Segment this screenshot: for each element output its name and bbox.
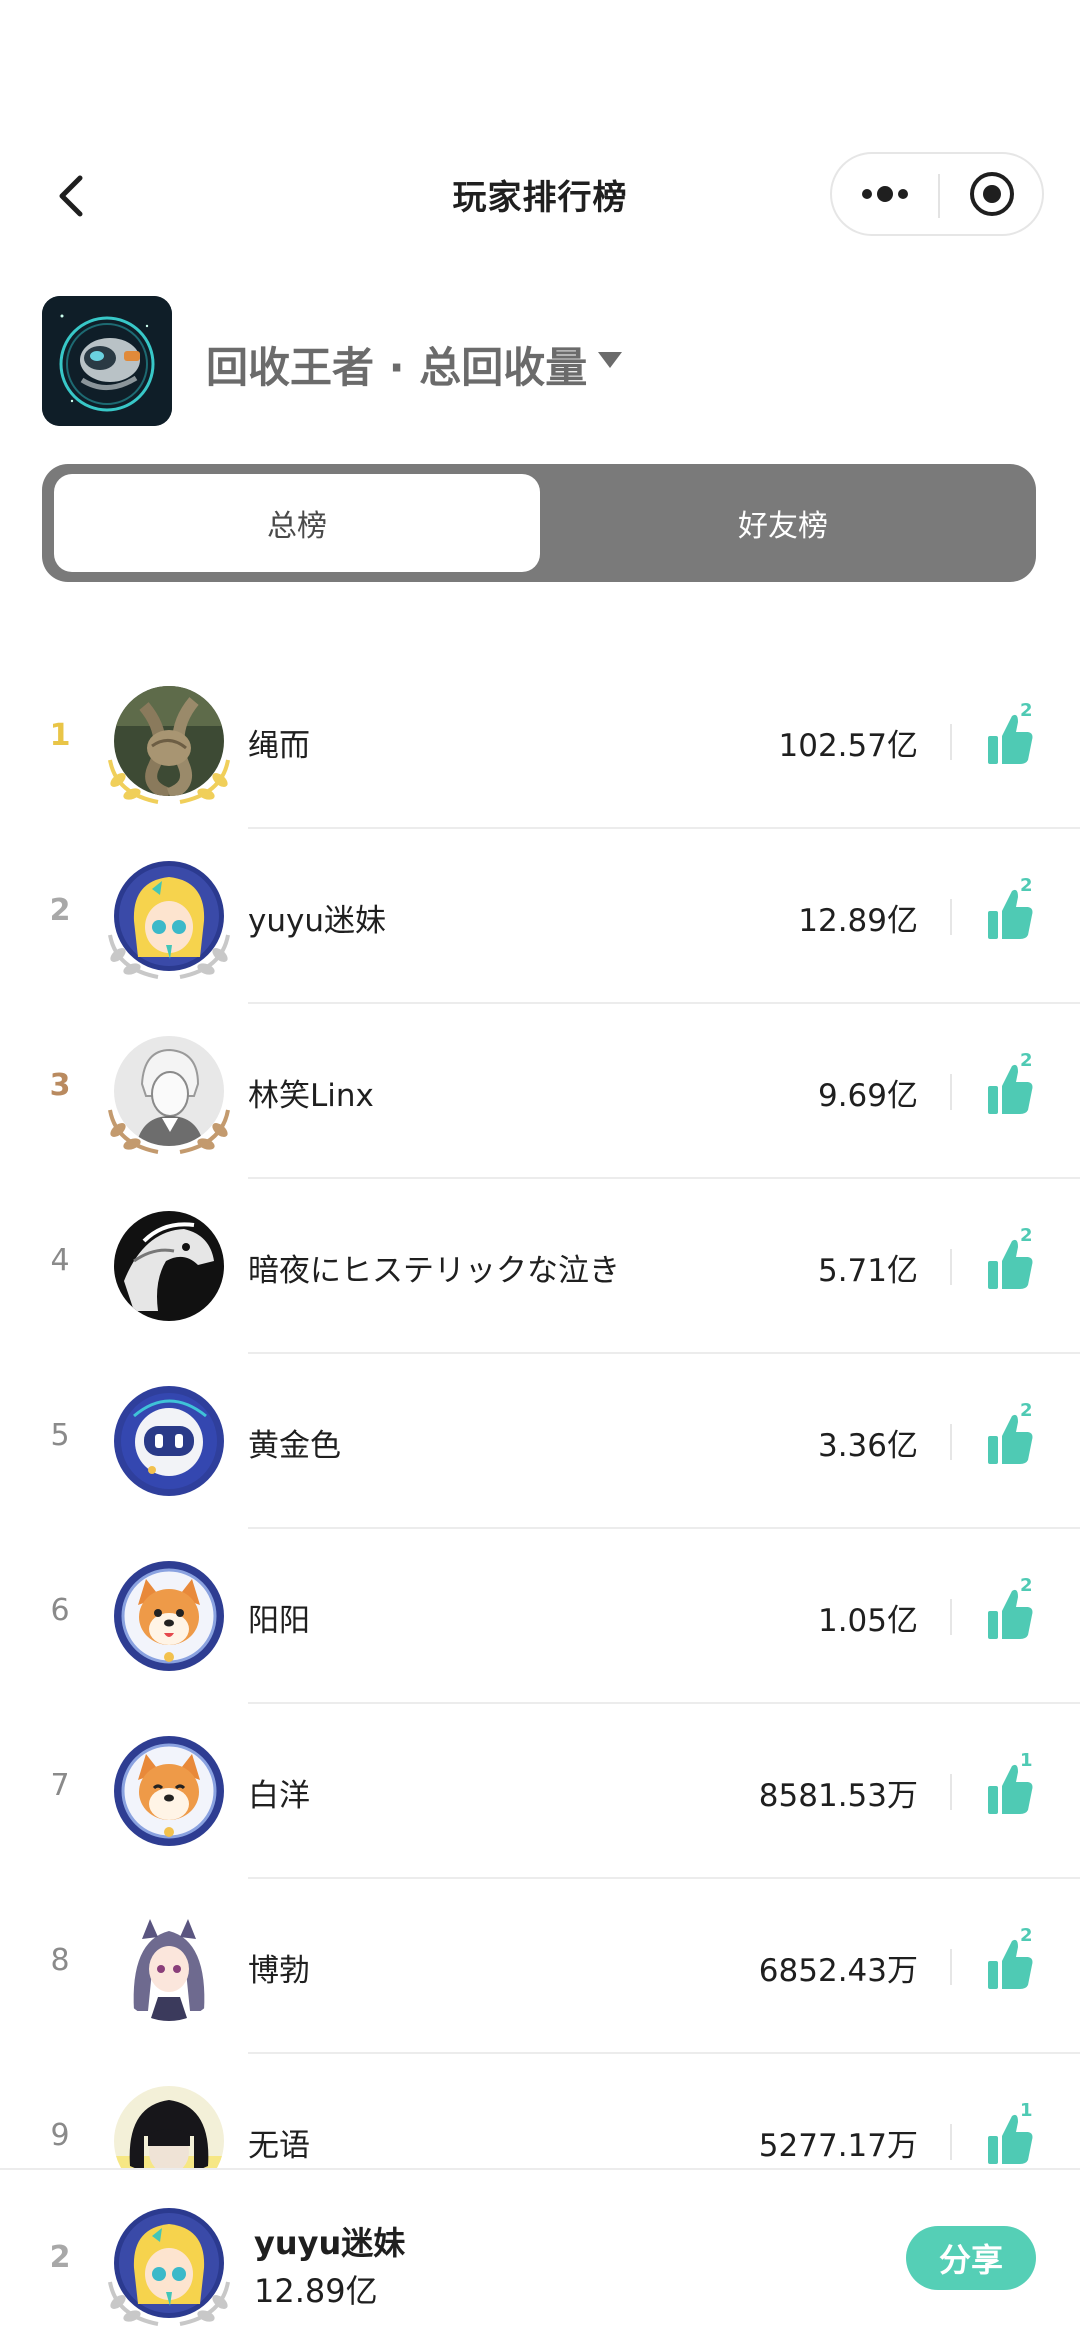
player-name: 阳阳 [248, 1603, 310, 1639]
my-rank-number: 2 [49, 2240, 71, 2275]
player-name: 无语 [248, 2128, 310, 2164]
separator [950, 1599, 952, 1635]
separator [950, 1774, 952, 1810]
player-score: 102.57亿 [778, 728, 918, 764]
like-count: 1 [1020, 1750, 1033, 1771]
avatar [114, 1386, 224, 1496]
player-name: 博勃 [248, 1953, 310, 1989]
laurel-silver-icon [108, 2281, 230, 2326]
my-name: yuyu迷妹 [254, 2224, 406, 2262]
bw-horse-avatar [114, 1211, 224, 1321]
separator [950, 1074, 952, 1110]
game-icon [42, 296, 172, 426]
table-row[interactable]: 7 白洋 8581.53万 1 [0, 1704, 1080, 1879]
like-count: 2 [1020, 1225, 1033, 1246]
player-score: 9.69亿 [817, 1078, 918, 1114]
table-row[interactable]: 5 黄金色 3.36亿 2 [0, 1354, 1080, 1529]
thumbs-up-icon[interactable] [984, 1406, 1044, 1470]
shiba-astronaut-avatar [114, 1561, 224, 1671]
like-count: 2 [1020, 875, 1033, 896]
rank-number: 7 [50, 1768, 70, 1803]
player-name: 白洋 [248, 1778, 310, 1814]
player-name: 黄金色 [248, 1428, 341, 1464]
tab-total[interactable]: 总榜 [54, 474, 540, 572]
more-button[interactable] [832, 154, 938, 234]
nav-bar: 玩家排行榜 [0, 140, 1080, 250]
avatar [114, 1911, 224, 2021]
my-rank-bar: 2 yuyu迷妹 12.89亿 分享 [0, 2168, 1080, 2347]
thumbs-up-icon[interactable] [984, 1056, 1044, 1120]
table-row[interactable]: 6 阳阳 1.05亿 2 [0, 1529, 1080, 1704]
share-button[interactable]: 分享 [906, 2226, 1036, 2290]
tab-friends[interactable]: 好友榜 [540, 474, 1026, 572]
player-name: 暗夜にヒステリックな泣き [248, 1253, 620, 1289]
separator [950, 724, 952, 760]
table-row[interactable]: 8 博勃 6852.43万 2 [0, 1879, 1080, 2054]
rank-number: 1 [49, 718, 71, 753]
rank-number: 6 [50, 1593, 70, 1628]
close-button[interactable] [940, 154, 1044, 234]
player-name: 林笑Linx [248, 1078, 374, 1114]
target-close-icon [970, 172, 1014, 216]
player-score: 3.36亿 [817, 1428, 918, 1464]
like-count: 2 [1020, 1575, 1033, 1596]
rank-number: 4 [50, 1243, 70, 1278]
table-row[interactable]: 3 林笑Linx 9.69亿 2 [0, 1004, 1080, 1179]
player-score: 1.05亿 [817, 1603, 918, 1639]
table-row[interactable]: 2 yuyu迷妹 12.89亿 2 [0, 829, 1080, 1004]
like-count: 1 [1020, 2100, 1033, 2121]
separator [950, 1424, 952, 1460]
like-count: 2 [1020, 1925, 1033, 1946]
rank-number: 9 [50, 2118, 70, 2153]
thumbs-up-icon[interactable] [984, 1231, 1044, 1295]
player-score: 12.89亿 [798, 903, 918, 939]
table-row[interactable]: 4 暗夜にヒステリックな泣き 5.71亿 2 [0, 1179, 1080, 1354]
leaderboard-page: 玩家排行榜 回收王者 · 总回收量 总榜 好友榜 1 绳而 102.57亿 2 … [0, 0, 1080, 2347]
shiba-astronaut-avatar [114, 1736, 224, 1846]
rank-number: 3 [49, 1068, 71, 1103]
player-score: 8581.53万 [758, 1778, 918, 1814]
separator [950, 1249, 952, 1285]
thumbs-up-icon[interactable] [984, 881, 1044, 945]
separator [950, 899, 952, 935]
leaderboard-tabs: 总榜 好友榜 [42, 464, 1036, 582]
caret-down-icon [598, 352, 622, 368]
player-score: 6852.43万 [758, 1953, 918, 1989]
thumbs-up-icon[interactable] [984, 1581, 1044, 1645]
robot-avatar [114, 1386, 224, 1496]
mini-program-capsule [830, 152, 1044, 236]
avatar [114, 1211, 224, 1321]
like-count: 2 [1020, 1400, 1033, 1421]
avatar [114, 1561, 224, 1671]
anime-purple-hair-avatar [114, 1911, 224, 2021]
laurel-gold-icon [108, 759, 230, 804]
separator [950, 1949, 952, 1985]
rank-number: 8 [50, 1943, 70, 1978]
avatar [114, 1736, 224, 1846]
laurel-bronze-icon [108, 1109, 230, 1154]
player-name: 绳而 [248, 728, 310, 764]
table-row[interactable]: 1 绳而 102.57亿 2 [0, 654, 1080, 829]
player-score: 5277.17万 [758, 2128, 918, 2164]
like-count: 2 [1020, 700, 1033, 721]
more-dots-icon [862, 186, 908, 202]
thumbs-up-icon[interactable] [984, 706, 1044, 770]
astronaut-helmet-icon [42, 296, 172, 426]
rank-number: 2 [49, 893, 71, 928]
rank-number: 5 [50, 1418, 70, 1453]
my-score: 12.89亿 [254, 2272, 378, 2310]
player-name: yuyu迷妹 [248, 903, 386, 939]
player-score: 5.71亿 [817, 1253, 918, 1289]
thumbs-up-icon[interactable] [984, 1931, 1044, 1995]
thumbs-up-icon[interactable] [984, 1756, 1044, 1820]
game-header[interactable]: 回收王者 · 总回收量 [42, 296, 1042, 426]
game-title: 回收王者 · 总回收量 [206, 343, 588, 392]
separator [950, 2124, 952, 2160]
like-count: 2 [1020, 1050, 1033, 1071]
laurel-silver-icon [108, 934, 230, 979]
thumbs-up-icon[interactable] [984, 2106, 1044, 2170]
